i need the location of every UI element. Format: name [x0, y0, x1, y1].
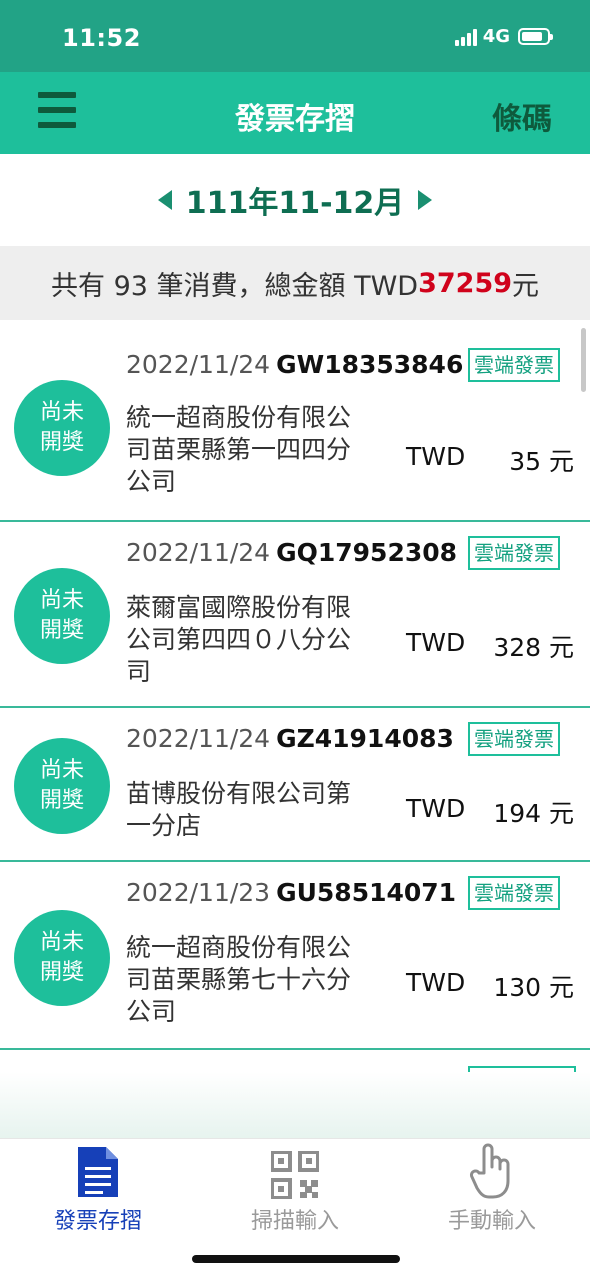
merchant-name: 萊爾富國際股份有限 公司第四四０八分公 司	[126, 592, 388, 688]
invoice-number: GU58514071	[276, 878, 457, 907]
barcode-button[interactable]: 條碼	[492, 94, 552, 138]
previous-period-icon[interactable]	[157, 190, 172, 210]
cloud-invoice-badge: 雲端發票	[468, 536, 560, 570]
status-line: 開獎	[39, 430, 84, 455]
battery-icon	[518, 28, 553, 45]
invoice-row[interactable]: 尚未 開獎 2022/11/24 GZ41914083 雲端發票 苗博股份有限公司…	[0, 708, 590, 862]
tab-manual-input[interactable]: 手動輸入	[394, 1143, 590, 1235]
invoice-number: GQ17952308	[276, 538, 458, 567]
tab-scan-input[interactable]: 掃描輸入	[197, 1143, 393, 1235]
tab-invoice-book[interactable]: 發票存摺	[0, 1143, 196, 1235]
invoice-date: 2022/11/24	[126, 350, 271, 379]
merchant-line: 萊爾富國際股份有限	[126, 593, 352, 622]
merchant-line: 統一超商股份有限公	[126, 403, 352, 432]
next-period-icon[interactable]	[418, 190, 433, 210]
document-icon	[0, 1143, 196, 1199]
period-label: 111年11-12月	[185, 186, 405, 221]
merchant-line: 公司	[126, 997, 177, 1026]
status-line: 開獎	[39, 960, 84, 985]
qr-code-icon	[197, 1143, 393, 1199]
invoice-row-partial[interactable]	[0, 1050, 590, 1072]
merchant-name: 苗博股份有限公司第 一分店	[126, 778, 388, 842]
status-time: 11:52	[62, 24, 141, 52]
invoice-amount: 194 元	[493, 799, 574, 828]
invoice-date-number: 2022/11/24 GW18353846	[126, 350, 463, 379]
invoice-row[interactable]: 尚未 開獎 2022/11/23 GU58514071 雲端發票 統一超商股份有限…	[0, 862, 590, 1050]
status-line: 尚未	[39, 400, 84, 425]
merchant-line: 司苗栗縣第一四四分	[126, 435, 352, 464]
list-fade	[0, 1072, 590, 1140]
currency-label: TWD	[406, 628, 466, 657]
invoice-book-screen: 11:52 4G 發票存摺 條碼 111年11-12月 共有 93 筆消費，總金…	[0, 0, 590, 1280]
signal-icon	[454, 28, 477, 46]
summary-suffix: 元	[512, 270, 540, 302]
cloud-invoice-badge: 雲端發票	[468, 348, 560, 382]
home-indicator[interactable]	[192, 1255, 400, 1263]
status-line: 尚未	[39, 758, 84, 783]
network-label: 4G	[482, 26, 510, 47]
invoice-row[interactable]: 尚未 開獎 2022/11/24 GW18353846 雲端發票 統一超商股份有限…	[0, 320, 590, 522]
app-header: 發票存摺 條碼	[0, 72, 590, 154]
tab-label: 掃描輸入	[250, 1209, 339, 1234]
summary-bar: 共有 93 筆消費，總金額 TWD 37259 元	[0, 246, 590, 320]
draw-status-badge: 尚未 開獎	[14, 380, 110, 476]
invoice-list[interactable]: 尚未 開獎 2022/11/24 GW18353846 雲端發票 統一超商股份有限…	[0, 320, 590, 1072]
merchant-line: 公司	[126, 467, 177, 496]
draw-status-badge: 尚未 開獎	[14, 910, 110, 1006]
currency-label: TWD	[406, 968, 466, 997]
invoice-date: 2022/11/23	[126, 878, 271, 907]
merchant-name: 統一超商股份有限公 司苗栗縣第一四四分 公司	[126, 402, 388, 498]
cloud-invoice-badge: 雲端發票	[468, 722, 560, 756]
invoice-date-number: 2022/11/23 GU58514071	[126, 878, 456, 907]
cloud-invoice-badge: 雲端發票	[468, 876, 560, 910]
merchant-line: 苗博股份有限公司第	[126, 779, 352, 808]
summary-total-amount: 37259	[418, 267, 513, 299]
invoice-date: 2022/11/24	[126, 538, 271, 567]
draw-status-badge: 尚未 開獎	[14, 568, 110, 664]
currency-label: TWD	[406, 794, 466, 823]
tab-label: 發票存摺	[53, 1209, 142, 1234]
period-selector: 111年11-12月	[0, 154, 590, 246]
invoice-date-number: 2022/11/24 GQ17952308	[126, 538, 457, 567]
invoice-amount: 130 元	[493, 973, 574, 1002]
merchant-line: 司苗栗縣第七十六分	[126, 965, 352, 994]
invoice-number: GZ41914083	[276, 724, 454, 753]
status-line: 尚未	[39, 930, 84, 955]
merchant-name: 統一超商股份有限公 司苗栗縣第七十六分 公司	[126, 932, 388, 1028]
invoice-date: 2022/11/24	[126, 724, 271, 753]
invoice-amount: 328 元	[493, 633, 574, 662]
merchant-line: 統一超商股份有限公	[126, 933, 352, 962]
merchant-line: 公司第四四０八分公	[126, 625, 352, 654]
scrollbar[interactable]	[581, 328, 586, 392]
status-bar: 11:52 4G	[0, 0, 590, 72]
draw-status-badge: 尚未 開獎	[14, 738, 110, 834]
invoice-row[interactable]: 尚未 開獎 2022/11/24 GQ17952308 雲端發票 萊爾富國際股份有…	[0, 522, 590, 708]
invoice-number: GW18353846	[276, 350, 464, 379]
currency-label: TWD	[406, 442, 466, 471]
merchant-line: 司	[126, 657, 152, 686]
invoice-amount: 35 元	[509, 447, 574, 476]
status-line: 開獎	[39, 618, 84, 643]
hand-pointer-icon	[394, 1143, 590, 1199]
summary-prefix: 共有 93 筆消費，總金額 TWD	[50, 270, 419, 302]
invoice-date-number: 2022/11/24 GZ41914083	[126, 724, 454, 753]
tab-label: 手動輸入	[447, 1209, 536, 1234]
merchant-line: 一分店	[126, 811, 202, 840]
status-line: 尚未	[39, 588, 84, 613]
status-line: 開獎	[39, 788, 84, 813]
status-indicators: 4G	[454, 26, 553, 47]
